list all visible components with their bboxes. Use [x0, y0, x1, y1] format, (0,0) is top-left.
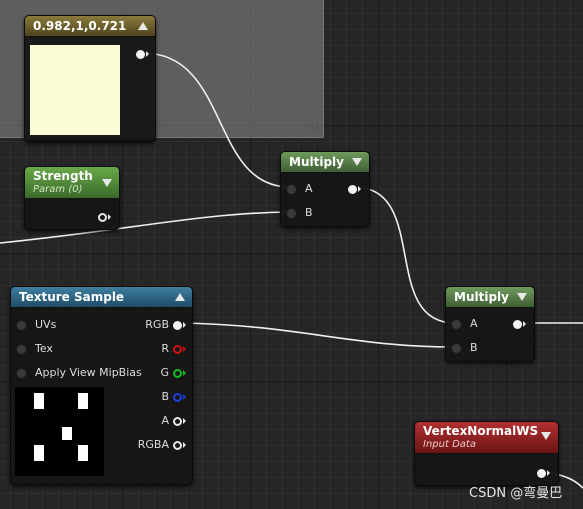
input-pin-icon[interactable]	[286, 183, 297, 195]
pin-arrow-icon	[183, 418, 186, 424]
collapse-arrow-down-icon[interactable]	[102, 179, 112, 187]
input-pin-uvs[interactable]: UVs	[16, 318, 56, 332]
pin-label: B	[161, 390, 169, 403]
input-pin-icon[interactable]	[451, 342, 462, 354]
output-pin-icon[interactable]	[348, 184, 357, 194]
pin-arrow-icon	[183, 394, 186, 400]
input-pin-icon[interactable]	[286, 207, 297, 219]
pin-arrow-icon	[183, 370, 186, 376]
node-header[interactable]: Multiply	[446, 287, 534, 308]
output-pin-icon[interactable]	[136, 49, 145, 59]
texture-preview	[15, 387, 104, 476]
watermark: CSDN @弯曼巴	[469, 486, 563, 501]
output-pin-g[interactable]: G	[160, 366, 186, 380]
pin-label: G	[160, 366, 169, 379]
pin-label: RGB	[145, 318, 169, 331]
collapse-arrow-down-icon[interactable]	[541, 432, 551, 440]
collapse-arrow-down-icon[interactable]	[352, 158, 362, 166]
output-pin-icon[interactable]	[537, 468, 546, 478]
pin-arrow-icon	[146, 51, 149, 57]
texture-sample-node[interactable]: Texture Sample UVs Tex Apply View MipBia…	[10, 286, 193, 485]
node-title: Multiply	[289, 155, 344, 169]
input-pin-apply-view-mipbias[interactable]: Apply View MipBias	[16, 366, 142, 380]
pin-arrow-icon	[108, 214, 111, 220]
texture-dot	[34, 393, 44, 409]
input-pin-tex[interactable]: Tex	[16, 342, 53, 356]
pin-arrow-icon	[523, 321, 526, 327]
texture-dot	[62, 427, 72, 440]
output-pin-icon[interactable]	[173, 440, 182, 450]
texture-dot	[78, 393, 88, 409]
output-pin[interactable]	[348, 182, 361, 196]
input-pin-b[interactable]: B	[451, 341, 478, 355]
output-pin[interactable]	[537, 466, 550, 480]
multiply-node-1[interactable]: Multiply A B	[280, 151, 370, 227]
node-title: 0.982,1,0.721	[33, 19, 127, 33]
input-pin-icon[interactable]	[16, 367, 27, 379]
output-pin-icon[interactable]	[173, 344, 182, 354]
pin-arrow-icon	[358, 186, 361, 192]
pin-label: A	[161, 414, 169, 427]
output-pin-a[interactable]: A	[161, 414, 186, 428]
pin-label: A	[305, 182, 313, 195]
texture-dot	[78, 445, 88, 461]
input-pin-icon[interactable]	[16, 343, 27, 355]
output-pin-icon[interactable]	[173, 320, 182, 330]
node-header[interactable]: Strength Param (0)	[25, 167, 119, 199]
constant-vector-node[interactable]: 0.982,1,0.721	[24, 15, 156, 142]
pin-label: Apply View MipBias	[35, 366, 142, 379]
output-pin-rgb[interactable]: RGB	[145, 318, 186, 332]
node-title: Strength	[33, 169, 93, 183]
pin-label: RGBA	[137, 438, 169, 451]
collapse-arrow-down-icon[interactable]	[517, 293, 527, 301]
input-pin-a[interactable]: A	[286, 182, 313, 196]
pin-label: B	[305, 206, 313, 219]
node-header[interactable]: VertexNormalWS Input Data	[415, 422, 558, 454]
pin-label: Tex	[35, 342, 53, 355]
color-swatch	[30, 45, 120, 135]
output-pin-icon[interactable]	[98, 212, 107, 222]
node-subtitle: Input Data	[423, 439, 476, 450]
pin-arrow-icon	[183, 322, 186, 328]
output-pin-r[interactable]: R	[161, 342, 186, 356]
collapse-arrow-up-icon[interactable]	[138, 22, 148, 30]
output-pin[interactable]	[513, 317, 526, 331]
output-pin[interactable]	[136, 47, 149, 61]
output-pin[interactable]	[98, 210, 111, 224]
input-pin-icon[interactable]	[451, 318, 462, 330]
node-title: VertexNormalWS	[423, 424, 539, 438]
output-pin-icon[interactable]	[173, 368, 182, 378]
resize-grip-icon[interactable]	[309, 123, 319, 133]
node-title: Texture Sample	[19, 290, 125, 304]
pin-label: A	[470, 317, 478, 330]
output-pin-b[interactable]: B	[161, 390, 186, 404]
strength-param-node[interactable]: Strength Param (0)	[24, 166, 120, 230]
pin-label: B	[470, 341, 478, 354]
input-pin-icon[interactable]	[16, 319, 27, 331]
multiply-node-2[interactable]: Multiply A B	[445, 286, 535, 362]
input-pin-b[interactable]: B	[286, 206, 313, 220]
input-pin-a[interactable]: A	[451, 317, 478, 331]
texture-dot	[34, 445, 44, 461]
node-header[interactable]: 0.982,1,0.721	[25, 16, 155, 37]
output-pin-icon[interactable]	[173, 392, 182, 402]
collapse-arrow-up-icon[interactable]	[175, 293, 185, 301]
pin-arrow-icon	[547, 470, 550, 476]
output-pin-icon[interactable]	[173, 416, 182, 426]
output-pin-rgba[interactable]: RGBA	[138, 438, 186, 452]
pin-label: R	[161, 342, 169, 355]
pin-arrow-icon	[183, 346, 186, 352]
node-header[interactable]: Texture Sample	[11, 287, 192, 308]
pin-label: UVs	[35, 318, 57, 331]
output-pin-icon[interactable]	[513, 319, 522, 329]
vertex-normal-ws-node[interactable]: VertexNormalWS Input Data	[414, 421, 559, 486]
node-title: Multiply	[454, 290, 509, 304]
pin-arrow-icon	[183, 442, 186, 448]
node-header[interactable]: Multiply	[281, 152, 369, 173]
